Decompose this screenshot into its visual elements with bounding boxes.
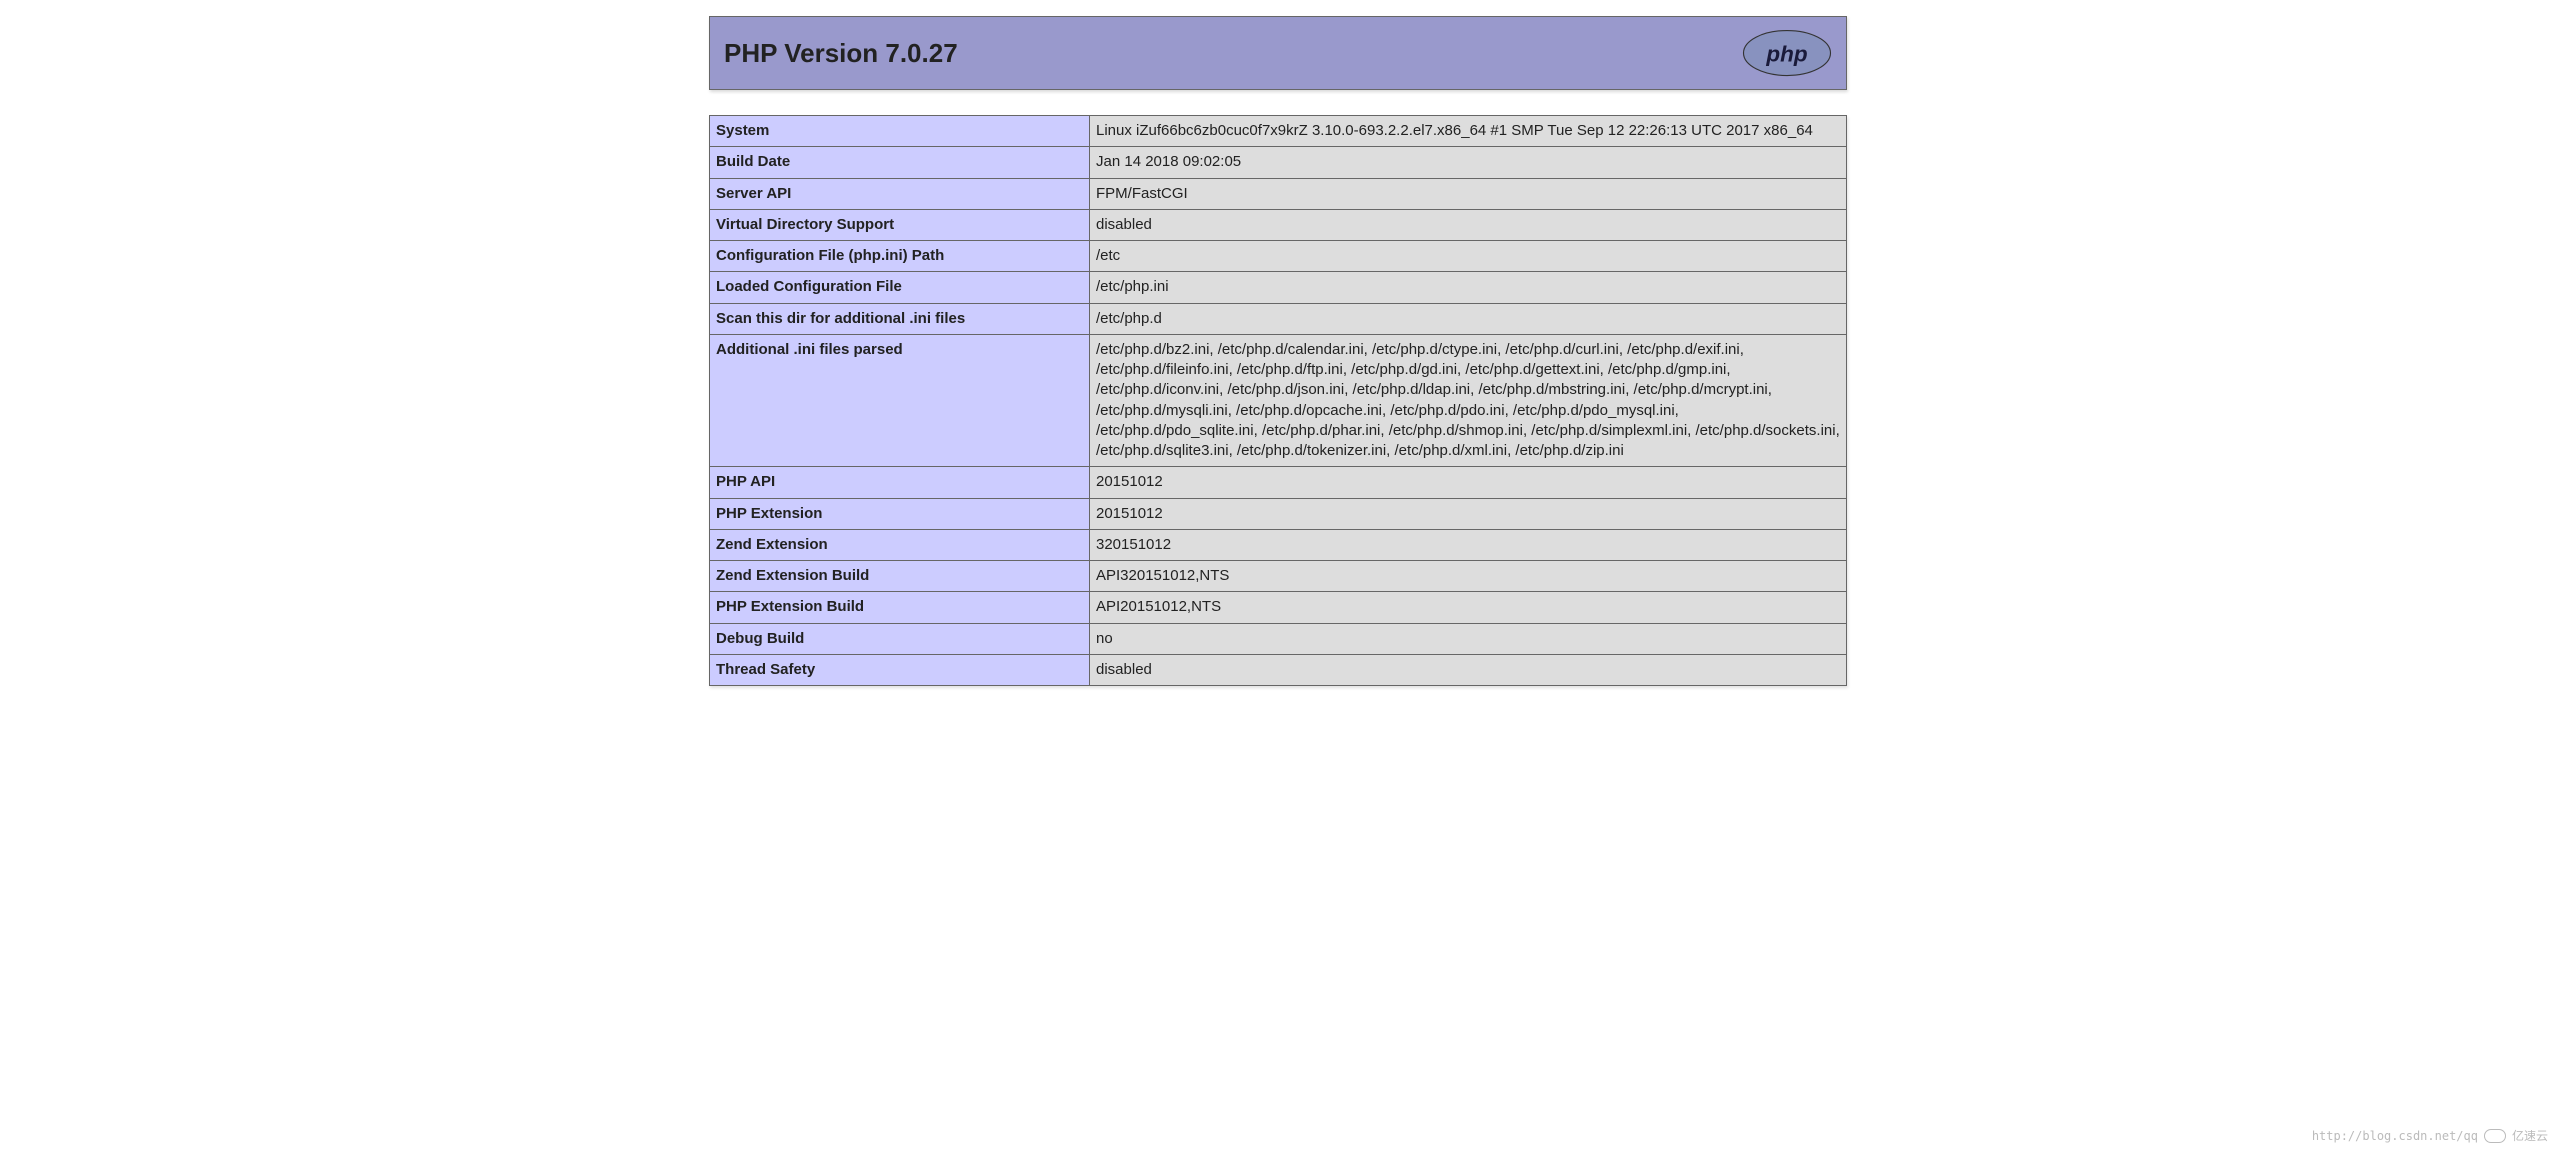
table-row: Configuration File (php.ini) Path/etc bbox=[710, 241, 1847, 272]
table-row: Zend Extension BuildAPI320151012,NTS bbox=[710, 561, 1847, 592]
table-row: Debug Buildno bbox=[710, 623, 1847, 654]
config-value: /etc/php.d/bz2.ini, /etc/php.d/calendar.… bbox=[1090, 334, 1847, 467]
config-value: disabled bbox=[1090, 209, 1847, 240]
phpinfo-config-table: SystemLinux iZuf66bc6zb0cuc0f7x9krZ 3.10… bbox=[709, 115, 1847, 686]
table-row: Server APIFPM/FastCGI bbox=[710, 178, 1847, 209]
config-value: FPM/FastCGI bbox=[1090, 178, 1847, 209]
watermark-url: http://blog.csdn.net/qq bbox=[2312, 1129, 2478, 1143]
table-row: Thread Safetydisabled bbox=[710, 654, 1847, 685]
table-row: Virtual Directory Supportdisabled bbox=[710, 209, 1847, 240]
config-key: PHP API bbox=[710, 467, 1090, 498]
config-key: System bbox=[710, 116, 1090, 147]
config-value: Linux iZuf66bc6zb0cuc0f7x9krZ 3.10.0-693… bbox=[1090, 116, 1847, 147]
table-row: SystemLinux iZuf66bc6zb0cuc0f7x9krZ 3.10… bbox=[710, 116, 1847, 147]
table-row: Build DateJan 14 2018 09:02:05 bbox=[710, 147, 1847, 178]
table-row: PHP Extension20151012 bbox=[710, 498, 1847, 529]
config-value: /etc/php.ini bbox=[1090, 272, 1847, 303]
table-row: PHP API20151012 bbox=[710, 467, 1847, 498]
config-key: Virtual Directory Support bbox=[710, 209, 1090, 240]
config-value: 20151012 bbox=[1090, 467, 1847, 498]
config-value: /etc bbox=[1090, 241, 1847, 272]
php-logo-icon: php bbox=[1742, 29, 1832, 77]
config-key: Configuration File (php.ini) Path bbox=[710, 241, 1090, 272]
config-key: Loaded Configuration File bbox=[710, 272, 1090, 303]
phpinfo-header: PHP Version 7.0.27 php bbox=[709, 16, 1847, 90]
table-row: Zend Extension320151012 bbox=[710, 529, 1847, 560]
config-value: 320151012 bbox=[1090, 529, 1847, 560]
config-value: disabled bbox=[1090, 654, 1847, 685]
config-value: Jan 14 2018 09:02:05 bbox=[1090, 147, 1847, 178]
table-row: Loaded Configuration File/etc/php.ini bbox=[710, 272, 1847, 303]
config-value: API20151012,NTS bbox=[1090, 592, 1847, 623]
config-key: PHP Extension Build bbox=[710, 592, 1090, 623]
watermark: http://blog.csdn.net/qq 亿速云 bbox=[2312, 1127, 2548, 1144]
config-key: Scan this dir for additional .ini files bbox=[710, 303, 1090, 334]
table-row: Scan this dir for additional .ini files/… bbox=[710, 303, 1847, 334]
config-value: API320151012,NTS bbox=[1090, 561, 1847, 592]
config-key: Zend Extension Build bbox=[710, 561, 1090, 592]
svg-text:php: php bbox=[1765, 41, 1807, 66]
config-key: PHP Extension bbox=[710, 498, 1090, 529]
config-key: Additional .ini files parsed bbox=[710, 334, 1090, 467]
config-key: Thread Safety bbox=[710, 654, 1090, 685]
config-key: Build Date bbox=[710, 147, 1090, 178]
cloud-icon bbox=[2484, 1129, 2506, 1143]
config-key: Debug Build bbox=[710, 623, 1090, 654]
config-key: Server API bbox=[710, 178, 1090, 209]
table-row: PHP Extension BuildAPI20151012,NTS bbox=[710, 592, 1847, 623]
config-value: /etc/php.d bbox=[1090, 303, 1847, 334]
config-value: no bbox=[1090, 623, 1847, 654]
config-key: Zend Extension bbox=[710, 529, 1090, 560]
page-title: PHP Version 7.0.27 bbox=[724, 38, 958, 69]
table-row: Additional .ini files parsed/etc/php.d/b… bbox=[710, 334, 1847, 467]
config-value: 20151012 bbox=[1090, 498, 1847, 529]
watermark-brand: 亿速云 bbox=[2512, 1127, 2548, 1144]
